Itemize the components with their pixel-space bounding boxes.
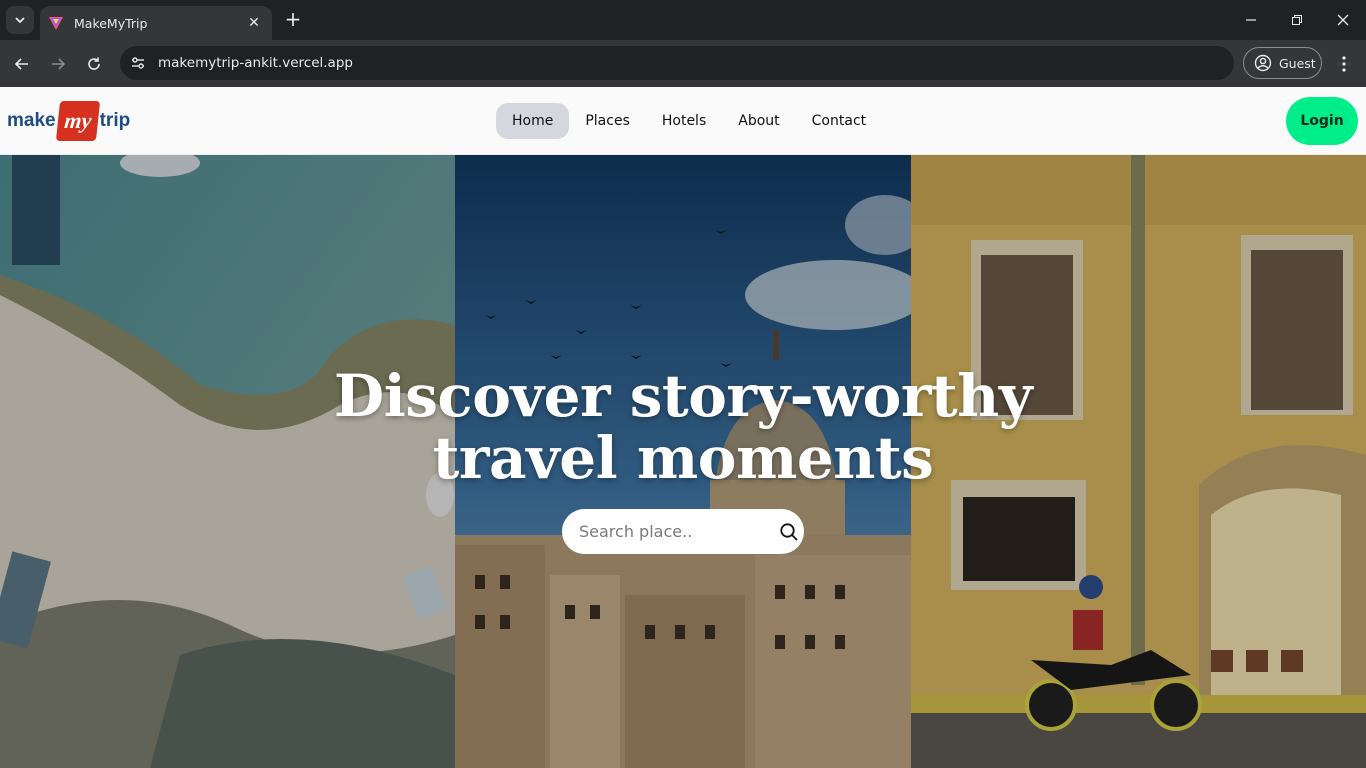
profile-button[interactable]: Guest — [1243, 47, 1322, 79]
makemytrip-favicon-icon — [49, 17, 63, 30]
minimize-button[interactable] — [1228, 0, 1274, 40]
close-icon — [1337, 14, 1349, 26]
hero-title-line1: Discover story-worthy — [333, 362, 1033, 430]
search-box — [562, 509, 804, 554]
site-header: make my trip Home Places Hotels About Co… — [0, 87, 1366, 155]
close-window-button[interactable] — [1320, 0, 1366, 40]
search-input[interactable] — [579, 522, 779, 541]
forward-button[interactable] — [44, 50, 72, 78]
logo-text-make: make — [7, 110, 56, 131]
arrow-left-icon — [14, 58, 28, 70]
browser-toolbar: makemytrip-ankit.vercel.app Guest — [0, 40, 1366, 87]
tab-title: MakeMyTrip — [74, 15, 148, 31]
site-logo[interactable]: make my trip — [7, 101, 130, 141]
nav-item-contact[interactable]: Contact — [796, 103, 882, 139]
nav-item-about[interactable]: About — [722, 103, 795, 139]
reload-button[interactable] — [80, 50, 108, 78]
browser-tab-strip: MakeMyTrip ✕ + — [0, 0, 1366, 40]
main-nav: Home Places Hotels About Contact — [496, 103, 882, 139]
hero-title: Discover story-worthy travel moments — [0, 365, 1366, 489]
new-tab-button[interactable]: + — [282, 8, 304, 30]
search-icon[interactable] — [779, 521, 799, 543]
address-bar[interactable]: makemytrip-ankit.vercel.app — [120, 46, 1234, 80]
minimize-icon — [1246, 19, 1256, 21]
browser-tab[interactable]: MakeMyTrip ✕ — [40, 6, 272, 40]
nav-item-places[interactable]: Places — [569, 103, 646, 139]
logo-text-trip: trip — [99, 110, 131, 131]
url-text[interactable]: makemytrip-ankit.vercel.app — [158, 55, 353, 71]
tune-icon — [132, 57, 144, 69]
back-button[interactable] — [8, 50, 36, 78]
restore-button[interactable] — [1274, 0, 1320, 40]
account-circle-icon — [1254, 54, 1272, 72]
restore-icon — [1292, 15, 1302, 25]
hero-title-line2: travel moments — [432, 424, 934, 492]
login-button[interactable]: Login — [1286, 97, 1358, 145]
reload-icon — [88, 57, 100, 70]
browser-menu-button[interactable] — [1332, 50, 1356, 78]
nav-item-home[interactable]: Home — [496, 103, 570, 139]
site-info-button[interactable] — [124, 49, 152, 77]
hero-section: Discover story-worthy travel moments — [0, 155, 1366, 768]
tab-search-button[interactable] — [6, 6, 34, 34]
more-vert-icon — [1342, 56, 1346, 72]
chevron-down-icon — [15, 17, 25, 24]
arrow-right-icon — [52, 58, 66, 70]
logo-badge: my — [55, 101, 100, 141]
profile-label: Guest — [1279, 55, 1316, 71]
close-tab-icon[interactable]: ✕ — [244, 15, 264, 31]
nav-item-hotels[interactable]: Hotels — [646, 103, 722, 139]
